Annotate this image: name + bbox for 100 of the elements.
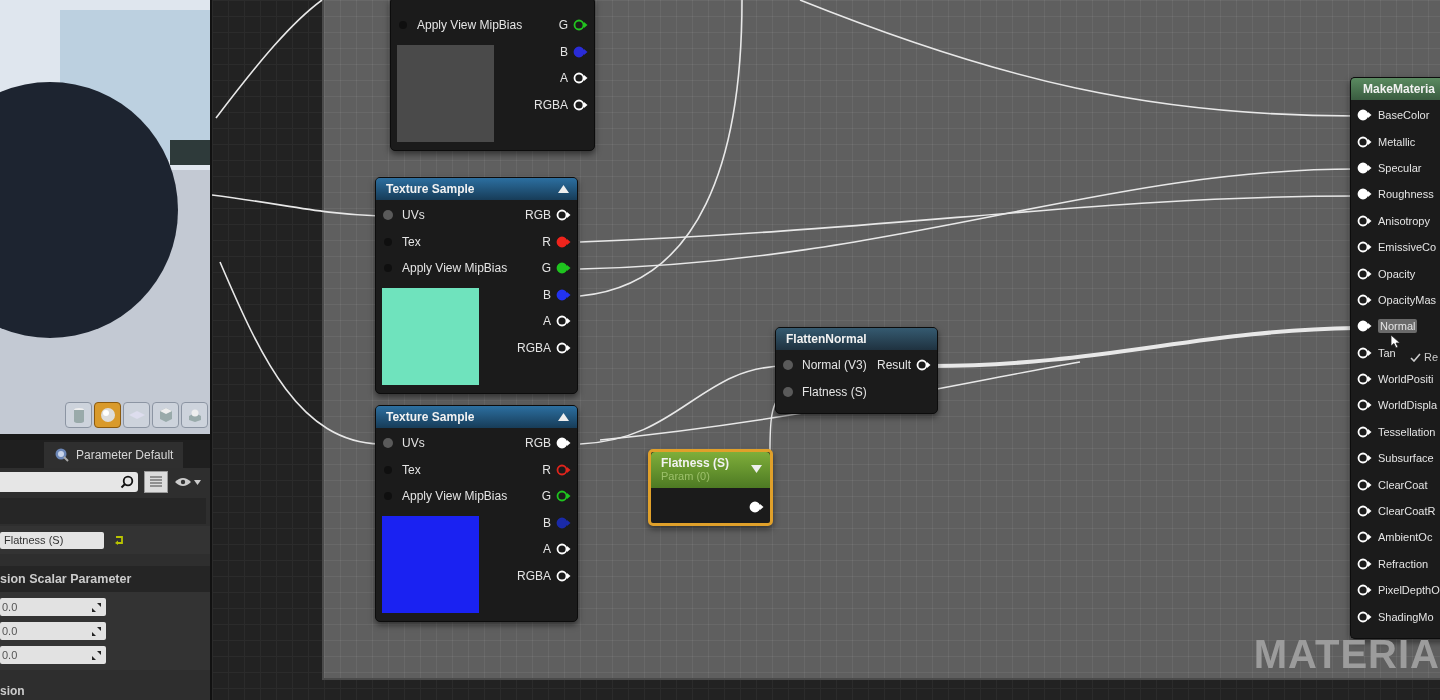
drag-handle-icon <box>92 626 101 636</box>
input-pin[interactable] <box>1357 161 1372 174</box>
pin-label: Flatness (S) <box>802 384 867 399</box>
section-title: sion Scalar Parameter <box>0 566 210 592</box>
pin-label: A <box>560 71 568 86</box>
dropdown-arrow-icon[interactable] <box>751 465 762 473</box>
tooltip-text: Re <box>1424 351 1439 363</box>
pin-label: OpacityMas <box>1378 293 1437 306</box>
output-pin[interactable] <box>556 341 571 354</box>
mesh-icon <box>186 407 203 423</box>
drag-handle-icon <box>92 602 101 612</box>
mouse-cursor-icon <box>1391 335 1401 349</box>
pin-label: Tex <box>402 462 421 477</box>
input-pin[interactable] <box>1357 373 1372 386</box>
input-pin[interactable] <box>1357 425 1372 438</box>
pin-label: R <box>542 234 551 249</box>
eye-icon <box>174 477 192 487</box>
pin-label: R <box>542 462 551 477</box>
input-pin[interactable] <box>1357 584 1372 597</box>
pin-label: Refraction <box>1378 557 1429 570</box>
pin-label: WorldPositi <box>1378 373 1434 386</box>
number-field[interactable]: 0.0 <box>0 646 106 664</box>
input-pin[interactable] <box>1357 610 1372 623</box>
graph-node[interactable]: FlattenNormal Normal (V3) Flatness (S) Result <box>775 327 938 414</box>
visibility-dropdown[interactable] <box>174 477 201 487</box>
number-field[interactable]: 0.0 <box>0 598 106 616</box>
input-pin[interactable] <box>1357 241 1372 254</box>
output-pin[interactable] <box>573 19 588 32</box>
pin-label: Apply View MipBias <box>402 261 508 276</box>
preview-shape-button[interactable] <box>152 402 179 428</box>
input-pin[interactable] <box>382 437 394 450</box>
output-pin[interactable] <box>556 543 571 556</box>
pin-label: ShadingMo <box>1378 610 1434 623</box>
output-pin[interactable] <box>556 209 571 222</box>
magnifier-icon <box>54 447 70 463</box>
input-pin[interactable] <box>382 209 394 222</box>
graph-watermark: MATERIA <box>1253 634 1440 674</box>
name-field[interactable]: Flatness (S) <box>0 531 104 549</box>
node-subtitle: Param (0) <box>661 470 711 482</box>
pin-label: Apply View MipBias <box>402 489 508 504</box>
output-pin[interactable] <box>573 72 588 85</box>
pin-label: B <box>560 44 568 59</box>
output-pin[interactable] <box>916 359 931 372</box>
graph-node[interactable]: Texture Sample UVs Tex Apply View MipBias RGB R G B A RGBA <box>375 177 578 394</box>
graph-node[interactable]: Texture Sample UVs Tex Apply View MipBias RGB R G B A RGBA <box>375 405 578 622</box>
preview-shape-button[interactable] <box>94 402 121 428</box>
input-pin[interactable] <box>1357 399 1372 412</box>
collapse-arrow-icon[interactable] <box>558 413 569 421</box>
input-pin[interactable] <box>1357 135 1372 148</box>
section-title: sion <box>0 684 26 698</box>
input-pin[interactable] <box>1357 188 1372 201</box>
pin-label: RGBA <box>534 97 568 112</box>
node-title: Texture Sample <box>386 182 475 196</box>
pin-label: A <box>543 314 551 329</box>
pin-label: Subsurface <box>1378 452 1434 465</box>
input-pin[interactable] <box>1357 320 1372 333</box>
output-pin[interactable] <box>573 98 588 111</box>
pin-label: Anisotropy <box>1378 214 1430 227</box>
pin-label: Normal (V3) <box>802 358 867 373</box>
check-icon <box>1410 352 1421 362</box>
output-pin[interactable] <box>556 315 571 328</box>
input-pin[interactable] <box>1357 452 1372 465</box>
pin-label: Opacity <box>1378 267 1416 280</box>
input-pin[interactable] <box>782 359 794 372</box>
pin-label: Specular <box>1378 161 1422 174</box>
input-pin[interactable] <box>1357 214 1372 227</box>
pin-label: B <box>543 515 551 530</box>
preview-shape-button[interactable] <box>181 402 208 428</box>
input-pin[interactable] <box>1357 505 1372 518</box>
pin-label: ClearCoatR <box>1378 505 1436 518</box>
collapse-arrow-icon[interactable] <box>558 185 569 193</box>
panel-tab[interactable]: Parameter Default <box>44 442 184 468</box>
pin-label: Result <box>877 358 911 373</box>
input-pin[interactable] <box>1357 267 1372 280</box>
number-field[interactable]: 0.0 <box>0 622 106 640</box>
input-pin[interactable] <box>1357 109 1372 122</box>
node-title: Flatness (S) <box>661 456 729 470</box>
input-pin[interactable] <box>1357 557 1372 570</box>
output-pin[interactable] <box>556 569 571 582</box>
sphere-icon <box>99 407 116 423</box>
pin-label: PixelDepthO <box>1378 584 1440 597</box>
input-pin[interactable] <box>1357 478 1372 491</box>
grid-icon <box>149 475 163 489</box>
output-pin[interactable] <box>749 501 764 514</box>
output-pin[interactable] <box>556 262 571 275</box>
input-pin[interactable] <box>782 385 794 398</box>
node-title: Texture Sample <box>386 410 475 424</box>
pin-label: RGB <box>525 208 551 223</box>
pin-label: ClearCoat <box>1378 478 1428 491</box>
input-pin[interactable] <box>1357 346 1372 359</box>
input-pin[interactable] <box>1357 531 1372 544</box>
graph-node[interactable]: Apply View MipBias G B A RGBA <box>390 0 595 151</box>
pin-label: G <box>558 18 568 33</box>
input-pin[interactable] <box>1357 293 1372 306</box>
output-pin[interactable] <box>556 490 571 503</box>
graph-node[interactable] <box>1350 77 1440 639</box>
search-field[interactable] <box>0 472 138 492</box>
reset-arrow-icon[interactable] <box>114 535 124 545</box>
search-icon <box>120 475 134 489</box>
output-pin[interactable] <box>556 437 571 450</box>
